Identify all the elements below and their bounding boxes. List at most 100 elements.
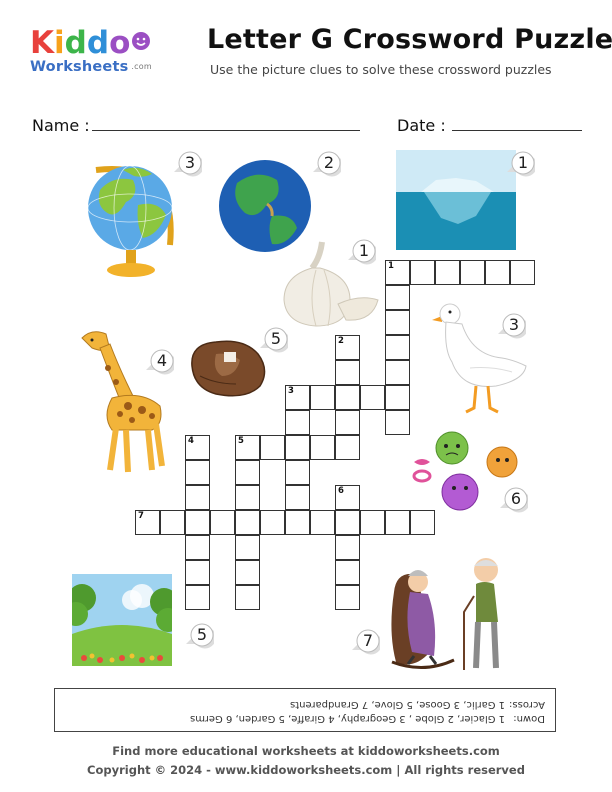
crossword-cell[interactable] xyxy=(385,410,410,435)
crossword-cell[interactable] xyxy=(260,510,285,535)
crossword-cell[interactable] xyxy=(310,510,335,535)
grandparents-icon xyxy=(391,558,499,670)
date-label: Date : xyxy=(397,116,446,135)
crossword-cell[interactable] xyxy=(335,560,360,585)
crossword-cell[interactable] xyxy=(435,260,460,285)
crossword-cell[interactable] xyxy=(185,485,210,510)
clue-badge-garden: 5 xyxy=(184,622,216,652)
logo-letter: d xyxy=(64,25,87,61)
crossword-cell[interactable]: 2 xyxy=(335,335,360,360)
crossword-cell[interactable] xyxy=(235,460,260,485)
crossword-cell[interactable] xyxy=(510,260,535,285)
crossword-cell[interactable] xyxy=(210,510,235,535)
crossword-cell[interactable]: 7 xyxy=(135,510,160,535)
crossword-cell[interactable] xyxy=(335,360,360,385)
footer-line1: Find more educational worksheets at kidd… xyxy=(112,744,500,758)
across-clues: Across: 1 Garlic, 3 Goose, 5 Glove, 7 Gra… xyxy=(65,697,545,711)
crossword-cell[interactable] xyxy=(185,560,210,585)
kiddo-logo: Kiddo Worksheets .com xyxy=(30,27,160,77)
page-subtitle: Use the picture clues to solve these cro… xyxy=(210,62,552,77)
logo-sub-text: Worksheets xyxy=(30,59,129,75)
clue-badge-garlic: 1 xyxy=(346,238,378,268)
logo-dotcom: .com xyxy=(131,62,152,71)
crossword-cell[interactable] xyxy=(235,560,260,585)
crossword-cell[interactable] xyxy=(335,410,360,435)
crossword-cell[interactable] xyxy=(235,510,260,535)
clue-number: 3 xyxy=(288,386,294,396)
crossword-cell[interactable]: 5 xyxy=(235,435,260,460)
crossword-cell[interactable] xyxy=(385,510,410,535)
crossword-cell[interactable] xyxy=(335,510,360,535)
crossword-cell[interactable] xyxy=(310,435,335,460)
crossword-cell[interactable] xyxy=(385,335,410,360)
badge-number: 1 xyxy=(517,153,529,172)
down-text: 1 Glacier, 2 Globe , 3 Geography, 4 Gira… xyxy=(189,713,505,724)
giraffe-icon xyxy=(81,331,165,473)
crossword-cell[interactable] xyxy=(485,260,510,285)
footer-line2: Copyright © 2024 - www.kiddoworksheets.c… xyxy=(87,763,525,777)
logo-letter: i xyxy=(54,25,65,61)
crossword-cell[interactable] xyxy=(160,510,185,535)
clue-badge-globe: 3 xyxy=(172,150,204,180)
crossword-cell[interactable]: 6 xyxy=(335,485,360,510)
clue-badge-earth: 2 xyxy=(311,150,343,180)
page-title: Letter G Crossword Puzzle xyxy=(207,24,612,55)
logo-letter: K xyxy=(30,25,55,61)
crossword-cell[interactable] xyxy=(360,385,385,410)
crossword-cell[interactable] xyxy=(385,285,410,310)
name-field[interactable] xyxy=(92,130,360,131)
logo-sub: Worksheets .com xyxy=(30,59,160,75)
badge-number: 3 xyxy=(508,315,520,334)
clue-badge-giraffe: 4 xyxy=(144,348,176,378)
crossword-cell[interactable] xyxy=(285,510,310,535)
crossword-cell[interactable] xyxy=(185,535,210,560)
crossword-cell[interactable] xyxy=(385,385,410,410)
clue-number: 2 xyxy=(338,336,344,346)
clues-inverted-text: Down: 1 Glacier, 2 Globe , 3 Geography, 4… xyxy=(55,689,555,731)
crossword-cell[interactable] xyxy=(385,310,410,335)
crossword-cell[interactable] xyxy=(335,435,360,460)
crossword-cell[interactable] xyxy=(235,485,260,510)
badge-number: 3 xyxy=(184,153,196,172)
crossword-cell[interactable] xyxy=(235,585,260,610)
crossword-cell[interactable] xyxy=(310,385,335,410)
clue-number: 1 xyxy=(388,261,394,271)
crossword-cell[interactable] xyxy=(285,485,310,510)
down-label: Down: xyxy=(513,713,545,724)
clue-badge-glacier: 1 xyxy=(505,150,537,180)
crossword-cell[interactable] xyxy=(335,385,360,410)
name-label: Name : xyxy=(32,116,90,135)
across-label: Across: xyxy=(509,699,545,710)
crossword-cell[interactable] xyxy=(235,535,260,560)
badge-number: 5 xyxy=(196,625,208,644)
crossword-cell[interactable] xyxy=(185,510,210,535)
clue-number: 6 xyxy=(338,486,344,496)
crossword-cell[interactable] xyxy=(335,585,360,610)
crossword-cell[interactable] xyxy=(385,360,410,385)
crossword-cell[interactable] xyxy=(260,435,285,460)
logo-letter: o xyxy=(109,25,131,61)
clue-number: 5 xyxy=(238,436,244,446)
crossword-cell[interactable] xyxy=(185,460,210,485)
badge-number: 2 xyxy=(323,153,335,172)
logo-letter: d xyxy=(86,25,110,61)
crossword-cell[interactable]: 1 xyxy=(385,260,410,285)
clue-number: 4 xyxy=(188,436,194,446)
crossword-cell[interactable] xyxy=(185,585,210,610)
crossword-cell[interactable] xyxy=(285,410,310,435)
crossword-cell[interactable] xyxy=(460,260,485,285)
clues-box: Down: 1 Glacier, 2 Globe , 3 Geography, 4… xyxy=(54,688,556,732)
crossword-cell[interactable] xyxy=(360,510,385,535)
badge-number: 1 xyxy=(358,241,370,260)
crossword-cell[interactable]: 3 xyxy=(285,385,310,410)
crossword-cell[interactable]: 4 xyxy=(185,435,210,460)
smiley-icon xyxy=(132,32,151,50)
crossword-cell[interactable] xyxy=(410,260,435,285)
crossword-cell[interactable] xyxy=(285,460,310,485)
crossword-cell[interactable] xyxy=(335,535,360,560)
badge-number: 5 xyxy=(270,329,282,348)
date-field[interactable] xyxy=(452,130,582,131)
down-clues: Down: 1 Glacier, 2 Globe , 3 Geography, 4… xyxy=(65,711,545,725)
badge-number: 6 xyxy=(510,489,522,508)
crossword-cell[interactable] xyxy=(285,435,310,460)
